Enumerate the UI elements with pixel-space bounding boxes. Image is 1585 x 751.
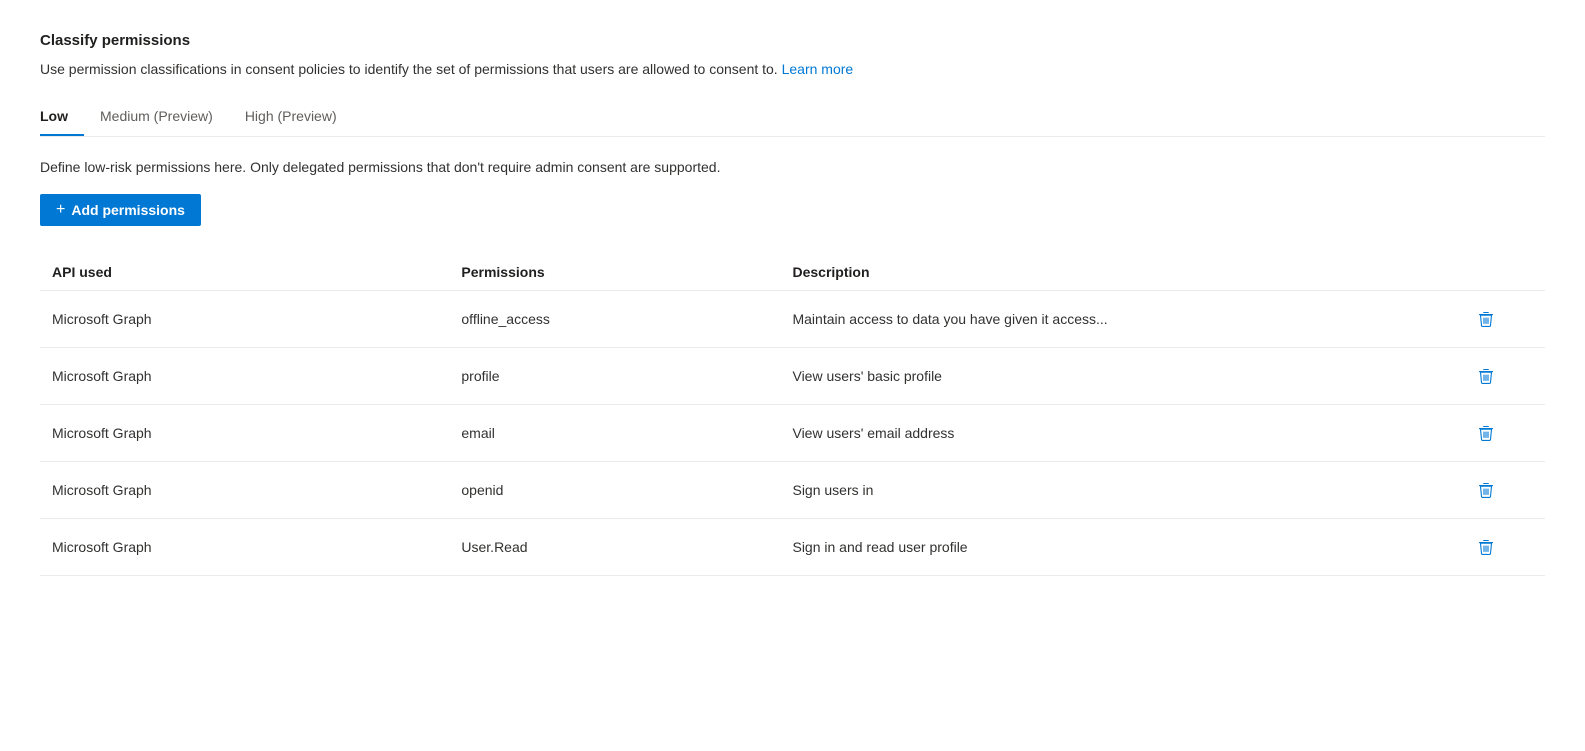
cell-description: View users' basic profile bbox=[792, 348, 1469, 405]
add-permissions-button[interactable]: + Add permissions bbox=[40, 194, 201, 226]
cell-api: Microsoft Graph bbox=[40, 348, 461, 405]
trash-icon bbox=[1476, 366, 1496, 386]
cell-api: Microsoft Graph bbox=[40, 405, 461, 462]
table-row: Microsoft GraphopenidSign users in bbox=[40, 462, 1545, 519]
delete-button[interactable] bbox=[1470, 419, 1502, 447]
cell-action bbox=[1470, 291, 1545, 348]
learn-more-link[interactable]: Learn more bbox=[782, 61, 854, 77]
tabs-container: Low Medium (Preview) High (Preview) bbox=[40, 100, 1545, 137]
col-header-description: Description bbox=[792, 254, 1469, 291]
cell-permissions: email bbox=[461, 405, 792, 462]
cell-api: Microsoft Graph bbox=[40, 291, 461, 348]
delete-button[interactable] bbox=[1470, 533, 1502, 561]
tab-medium[interactable]: Medium (Preview) bbox=[100, 100, 229, 136]
permissions-table: API used Permissions Description Microso… bbox=[40, 254, 1545, 576]
delete-button[interactable] bbox=[1470, 305, 1502, 333]
trash-icon bbox=[1476, 537, 1496, 557]
tab-low[interactable]: Low bbox=[40, 100, 84, 136]
table-row: Microsoft GraphUser.ReadSign in and read… bbox=[40, 519, 1545, 576]
cell-action bbox=[1470, 405, 1545, 462]
tab-high[interactable]: High (Preview) bbox=[245, 100, 353, 136]
cell-action bbox=[1470, 348, 1545, 405]
section-description: Define low-risk permissions here. Only d… bbox=[40, 157, 1545, 178]
table-row: Microsoft Graphoffline_accessMaintain ac… bbox=[40, 291, 1545, 348]
cell-action bbox=[1470, 519, 1545, 576]
cell-api: Microsoft Graph bbox=[40, 519, 461, 576]
cell-api: Microsoft Graph bbox=[40, 462, 461, 519]
add-permissions-label: Add permissions bbox=[71, 202, 185, 218]
cell-description: Sign users in bbox=[792, 462, 1469, 519]
delete-button[interactable] bbox=[1470, 476, 1502, 504]
cell-description: Sign in and read user profile bbox=[792, 519, 1469, 576]
trash-icon bbox=[1476, 480, 1496, 500]
delete-button[interactable] bbox=[1470, 362, 1502, 390]
table-header-row: API used Permissions Description bbox=[40, 254, 1545, 291]
cell-permissions: profile bbox=[461, 348, 792, 405]
cell-description: View users' email address bbox=[792, 405, 1469, 462]
trash-icon bbox=[1476, 309, 1496, 329]
cell-description: Maintain access to data you have given i… bbox=[792, 291, 1469, 348]
col-header-api: API used bbox=[40, 254, 461, 291]
table-row: Microsoft GraphprofileView users' basic … bbox=[40, 348, 1545, 405]
description-text: Use permission classifications in consen… bbox=[40, 61, 782, 77]
plus-icon: + bbox=[56, 202, 65, 218]
trash-icon bbox=[1476, 423, 1496, 443]
page-title: Classify permissions bbox=[40, 32, 1545, 49]
table-row: Microsoft GraphemailView users' email ad… bbox=[40, 405, 1545, 462]
col-header-actions bbox=[1470, 254, 1545, 291]
cell-action bbox=[1470, 462, 1545, 519]
cell-permissions: User.Read bbox=[461, 519, 792, 576]
page-description: Use permission classifications in consen… bbox=[40, 59, 1545, 80]
cell-permissions: offline_access bbox=[461, 291, 792, 348]
col-header-permissions: Permissions bbox=[461, 254, 792, 291]
cell-permissions: openid bbox=[461, 462, 792, 519]
